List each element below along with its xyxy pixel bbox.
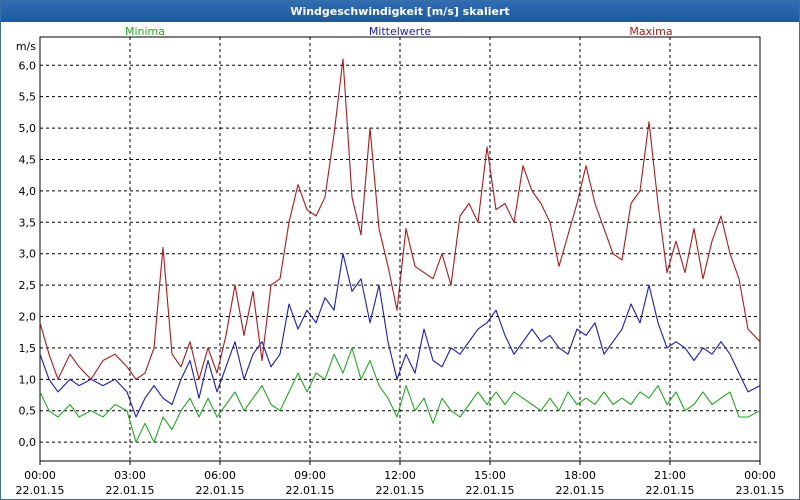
legend-mittelwerte: Mittelwerte: [369, 25, 432, 38]
x-tick-label: 09:00: [294, 469, 326, 482]
y-tick-label: 2,5: [19, 279, 37, 292]
y-tick-label: 1,0: [19, 373, 37, 386]
x-tick-date: 22.01.15: [556, 484, 605, 497]
y-tick-label: 3,5: [19, 216, 37, 229]
legend-minima: Minima: [125, 25, 165, 38]
x-tick-label: 15:00: [474, 469, 506, 482]
x-tick-date: 22.01.15: [196, 484, 245, 497]
line-chart: 0,0 0,5 1,0 1,5 2,0 2,5 3,0 3,5 4,0 4,5 5,0 5,5 6,0 0…: [16, 25, 785, 497]
x-tick-date: 22.01.15: [646, 484, 695, 497]
x-tick-label: 00:00: [744, 469, 776, 482]
y-tick-label: 2,0: [19, 311, 37, 324]
x-tick-label: 21:00: [654, 469, 686, 482]
y-tick-label: 4,5: [19, 153, 37, 166]
y-tick-label: 5,0: [19, 122, 37, 135]
y-tick-label: 0,5: [19, 405, 37, 418]
y-tick-label: 1,5: [19, 342, 37, 355]
y-tick-label: 6,0: [19, 59, 37, 72]
y-tick-label: 0,0: [19, 436, 37, 449]
x-tick-label: 18:00: [564, 469, 596, 482]
x-tick-date: 22.01.15: [286, 484, 335, 497]
x-tick-label: 06:00: [204, 469, 236, 482]
x-tick-date: 23.01.15: [736, 484, 785, 497]
y-tick-label: 3,0: [19, 248, 37, 261]
x-tick-label: 03:00: [114, 469, 146, 482]
legend-maxima: Maxima: [629, 25, 672, 38]
x-tick-date: 22.01.15: [16, 484, 65, 497]
x-tick-label: 12:00: [384, 469, 416, 482]
x-tick-label: 00:00: [24, 469, 56, 482]
y-axis-label: m/s: [16, 40, 36, 53]
x-tick-date: 22.01.15: [376, 484, 425, 497]
y-tick-label: 5,5: [19, 91, 37, 104]
y-tick-label: 4,0: [19, 185, 37, 198]
x-tick-date: 22.01.15: [106, 484, 155, 497]
x-tick-date: 22.01.15: [466, 484, 515, 497]
